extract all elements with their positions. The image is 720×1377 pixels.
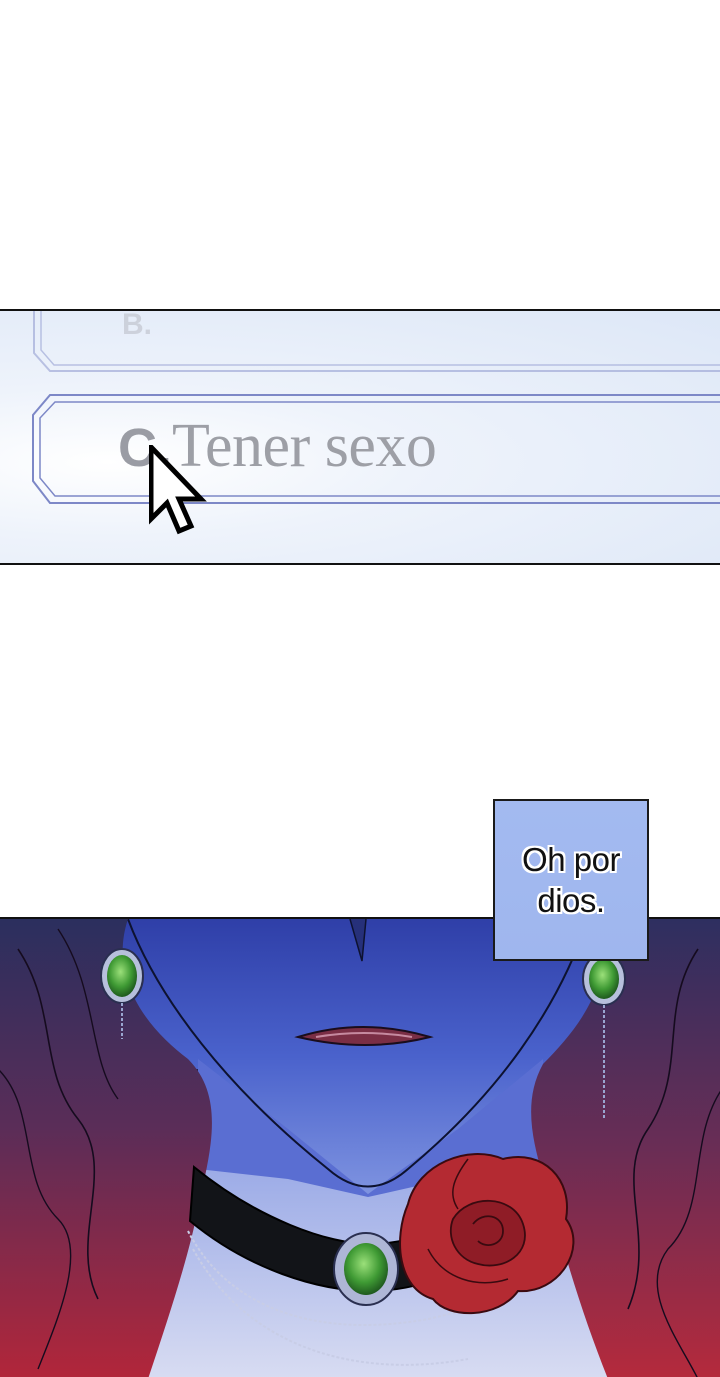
character-portrait-panel: [0, 917, 720, 1377]
option-c-text: Tener sexo: [172, 412, 437, 480]
option-b-letter: B.: [122, 309, 152, 341]
speech-box: Oh por dios.: [493, 799, 649, 961]
choice-option-b[interactable]: B.: [32, 309, 720, 377]
speech-text: Oh por dios.: [522, 840, 620, 919]
choice-option-c[interactable]: C. Tener sexo: [32, 393, 720, 505]
choice-menu-panel: B. C. Tener sexo: [0, 309, 720, 565]
character-illustration: [0, 919, 720, 1377]
mouse-cursor-icon: [149, 445, 207, 535]
